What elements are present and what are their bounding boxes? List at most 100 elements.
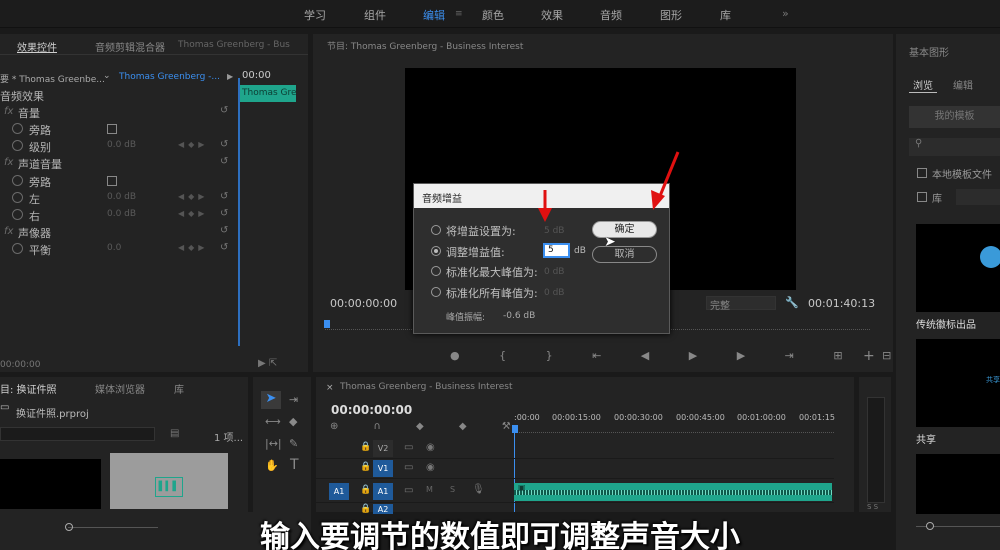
playhead[interactable] [238,78,240,346]
ok-button[interactable]: 确定 [592,221,657,238]
tab-browse[interactable]: 浏览 [913,77,933,92]
template-thumbnail-share[interactable]: 共享 [916,339,1000,427]
hand-tool-icon[interactable]: ✋ [265,459,279,472]
normalize-all-radio[interactable] [431,287,441,297]
reset-icon: ↺ [220,242,229,253]
adjust-gain-unit: dB [574,246,586,256]
track-label-a1[interactable]: A1 [373,483,393,500]
stopwatch-icon [12,192,23,203]
workspace-tab-assembly[interactable]: 组件 [364,7,386,23]
tab-timeline-sequence[interactable]: Thomas Greenberg - Business Interest [340,382,513,392]
normalize-all-value[interactable]: 0 dB [544,288,564,298]
stopwatch-icon [12,243,23,254]
my-templates-button[interactable]: 我的模板 [909,106,1000,128]
play-triangle-icon[interactable]: ▶ [227,72,233,81]
volume-effect-row[interactable]: fx 音量 ↺ [0,104,237,121]
timeline-tools[interactable]: ⊕ ∩ ◆ ◆ ⚒ [330,421,527,432]
fx-icon: fx [4,226,14,237]
program-timecode-current[interactable]: 00:00:00:00 [330,297,397,310]
local-templates-checkbox[interactable] [917,168,927,178]
audio-thumbnail[interactable]: ▌▍▌ [110,453,228,509]
track-row-v2: 🔒 V2 ▭ ◉ [316,439,834,459]
panner-row[interactable]: fx 声像器 ↺ [0,224,237,241]
keyframe-nav-icon: ◀◆▶ [178,140,209,149]
tab-project[interactable]: 目: 换证件照 [0,381,57,396]
audio-clip[interactable]: ▣ [514,483,832,501]
library-select[interactable] [956,189,1000,205]
workspace-tab-effects[interactable]: 效果 [541,7,563,23]
stopwatch-icon [12,123,23,134]
adjust-gain-input[interactable]: 5 [543,243,570,258]
quality-select[interactable]: 完整 [706,296,776,312]
menu-icon[interactable]: ≡ [455,9,463,19]
razor-tool-icon[interactable]: ◆ [289,415,297,428]
template-label-share: 共享 [916,435,936,446]
chevron-down-icon[interactable]: ⌄ [103,71,111,81]
reset-icon: ↺ [220,191,229,202]
project-search-input[interactable] [0,427,155,441]
sequence-thumbnail[interactable] [0,459,101,509]
workspace-tab-editing[interactable]: 编辑 [423,7,445,23]
tab-media-browser[interactable]: 媒体浏览器 [95,381,145,396]
program-playhead[interactable] [324,320,330,328]
template-thumbnail-logo[interactable] [916,224,1000,312]
right-row: 右 0.0 dB ◀◆▶ ↺ [0,207,237,224]
project-file-icon: ▭ [0,402,10,413]
selection-tool-icon[interactable]: ➤ [261,391,281,409]
more-workspaces-icon[interactable]: » [782,7,789,20]
tools-panel: ➤ ⇥ ⟷ ◆ |↔| ✎ ✋ T [253,377,311,512]
tab-edit[interactable]: 编辑 [953,77,973,92]
workspace-tab-graphics[interactable]: 图形 [660,7,682,23]
library-label: 库 [932,194,942,205]
template-label-logo: 传统徽标出品 [916,320,976,331]
timeline-timecode[interactable]: 00:00:00:00 [331,403,412,417]
tab-program[interactable]: 节目: Thomas Greenberg - Business Interest [327,39,523,52]
set-gain-value[interactable]: 5 dB [544,226,564,236]
normalize-max-radio[interactable] [431,266,441,276]
mouse-cursor-icon: ➤ [604,234,616,250]
track-label-v2[interactable]: V2 [373,440,393,457]
sequence-clip-name[interactable]: Thomas Greenberg -... [119,72,220,82]
timeline-playhead-head[interactable] [512,425,518,433]
effect-controls-panel: 效果控件 音频剪辑混合器 Thomas Greenberg - Bus 要 * … [0,34,308,372]
tab-libraries[interactable]: 库 [174,381,184,396]
template-thumbnail-3[interactable] [916,454,1000,514]
workspace-tab-learn[interactable]: 学习 [304,7,326,23]
track-label-v1[interactable]: V1 [373,460,393,477]
solo-icon: S [450,485,456,494]
slip-tool-icon[interactable]: |↔| [265,437,282,450]
normalize-max-value[interactable]: 0 dB [544,267,564,277]
bypass-checkbox[interactable] [107,124,117,134]
play-only-audio-icon[interactable]: ▶ ⇱ [258,358,277,369]
workspace-tab-libraries[interactable]: 库 [720,7,731,23]
set-gain-label: 将增益设置为: [446,225,516,238]
workspace-tab-audio[interactable]: 音频 [600,7,622,23]
bypass-checkbox[interactable] [107,176,117,186]
adjust-gain-radio[interactable] [431,246,441,256]
tab-effect-controls[interactable]: 效果控件 [17,39,57,54]
ripple-edit-tool-icon[interactable]: ⟷ [265,415,281,428]
project-panel: 目: 换证件照 媒体浏览器 库 ▭ 换证件照.prproj ▤ 1 项... ▌… [0,377,248,512]
solo-labels: S S [867,503,879,511]
close-icon[interactable]: × [326,383,334,393]
mini-timeline-clip[interactable]: Thomas Gree [239,85,296,102]
reset-icon: ↺ [220,156,229,167]
add-button-icon[interactable]: + [863,348,875,364]
bin-icon[interactable]: ▤ [170,428,179,439]
reset-icon: ↺ [220,105,229,116]
reset-icon: ↺ [220,225,229,236]
workspace-tab-color[interactable]: 颜色 [482,7,504,23]
channel-volume-row[interactable]: fx 声道音量 ↺ [0,155,237,172]
library-checkbox[interactable] [917,192,927,202]
tab-audio-clip-mixer[interactable]: 音频剪辑混合器 [95,39,165,54]
cancel-button[interactable]: 取消 [592,246,657,263]
track-select-tool-icon[interactable]: ⇥ [289,393,298,406]
search-icon[interactable]: ⚲ [909,138,1000,156]
type-tool-icon[interactable]: T [290,457,299,473]
wrench-icon[interactable]: 🔧 [785,296,799,309]
mixer-sequence-name: Thomas Greenberg - Bus [178,40,290,50]
source-track-a1[interactable]: A1 [329,483,349,500]
normalize-max-label: 标准化最大峰值为: [446,266,538,279]
set-gain-radio[interactable] [431,225,441,235]
pen-tool-icon[interactable]: ✎ [289,437,298,450]
